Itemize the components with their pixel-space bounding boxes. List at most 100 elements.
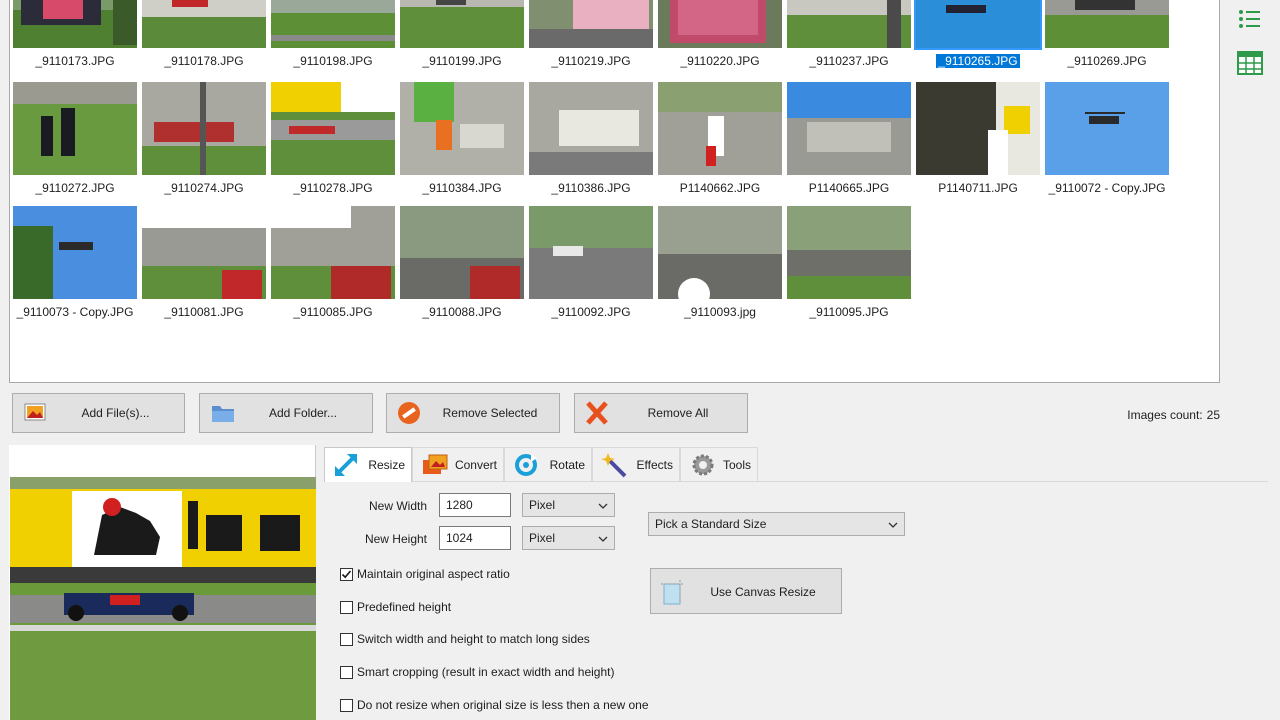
thumbnail-item[interactable]: _9110220.JPG [658, 0, 782, 75]
thumbnail-image [529, 206, 653, 299]
standard-size-value: Pick a Standard Size [655, 517, 767, 531]
thumbnail-image [529, 82, 653, 175]
canvas-icon [659, 578, 685, 606]
thumbnail-item[interactable]: _9110072 - Copy.JPG [1045, 82, 1169, 202]
thumbnail-item[interactable]: P1140662.JPG [658, 82, 782, 202]
thumbnail-caption: _9110278.JPG [293, 181, 373, 195]
thumbnail-item[interactable]: P1140711.JPG [916, 82, 1040, 202]
thumbnail-item[interactable]: _9110095.JPG [787, 206, 911, 326]
width-unit-select[interactable]: Pixel [522, 493, 615, 517]
width-unit-value: Pixel [529, 498, 556, 512]
thumbnail-item[interactable]: _9110219.JPG [529, 0, 653, 75]
thumbnail-caption: _9110265.JPG [935, 53, 1021, 69]
thumbnail-item[interactable]: _9110081.JPG [142, 206, 266, 326]
thumbnail-item[interactable]: _9110199.JPG [400, 0, 524, 75]
image-preview [9, 445, 316, 720]
tab-resize[interactable]: Resize [324, 447, 412, 482]
thumbnail-caption: _9110269.JPG [1067, 54, 1147, 68]
remove-all-label: Remove All [647, 406, 709, 420]
thumbnail-gallery[interactable]: _9110173.JPG _9110178.JPG _9110198.JPG _… [9, 0, 1220, 383]
checkbox-unchecked[interactable] [340, 633, 353, 646]
thumbnail-item[interactable]: _9110085.JPG [271, 206, 395, 326]
thumbnail-caption: _9110088.JPG [422, 305, 502, 319]
thumbnail-caption: _9110095.JPG [809, 305, 889, 319]
remove-selected-button[interactable]: Remove Selected [386, 393, 560, 433]
new-width-label: New Width [368, 499, 427, 513]
thumbnail-caption: _9110272.JPG [35, 181, 115, 195]
thumbnail-image [271, 82, 395, 175]
thumbnail-caption: _9110237.JPG [809, 54, 889, 68]
checkbox-unchecked[interactable] [340, 601, 353, 614]
new-width-input[interactable]: 1280 [439, 493, 511, 517]
thumbnail-caption: _9110093.jpg [684, 305, 756, 319]
tab-tools[interactable]: Tools [680, 447, 758, 481]
thumbnail-item[interactable]: _9110093.jpg [658, 206, 782, 326]
checkbox-unchecked[interactable] [340, 666, 353, 679]
height-unit-value: Pixel [529, 531, 556, 545]
thumbnail-image [1045, 82, 1169, 175]
tab-rotate[interactable]: Rotate [504, 447, 592, 481]
thumbnail-item[interactable]: _9110198.JPG [271, 0, 395, 75]
list-view-icon[interactable] [1236, 6, 1264, 32]
thumbnail-caption: _9110178.JPG [164, 54, 244, 68]
standard-size-select[interactable]: Pick a Standard Size [648, 512, 905, 536]
thumbnail-item[interactable]: _9110237.JPG [787, 0, 911, 75]
thumbnail-item[interactable]: _9110073 - Copy.JPG [13, 206, 137, 326]
thumbnail-caption: _9110085.JPG [293, 305, 373, 319]
checkbox-unchecked[interactable] [340, 699, 353, 712]
grid-view-icon[interactable] [1236, 50, 1264, 76]
thumbnail-caption: P1140662.JPG [679, 181, 761, 195]
canvas-resize-label: Use Canvas Resize [710, 585, 816, 599]
thumbnail-image [13, 0, 137, 48]
thumbnail-caption: _9110274.JPG [164, 181, 244, 195]
new-height-input[interactable]: 1024 [439, 526, 511, 550]
thumbnail-item[interactable]: _9110092.JPG [529, 206, 653, 326]
thumbnail-item[interactable]: _9110272.JPG [13, 82, 137, 202]
thumbnail-image [271, 0, 395, 48]
thumbnail-caption: _9110199.JPG [422, 54, 502, 68]
thumbnail-item[interactable]: _9110178.JPG [142, 0, 266, 75]
thumbnail-item-selected[interactable]: _9110265.JPG [914, 0, 1042, 75]
thumbnail-item[interactable]: _9110386.JPG [529, 82, 653, 202]
thumbnail-item[interactable]: _9110384.JPG [400, 82, 524, 202]
height-unit-select[interactable]: Pixel [522, 526, 615, 550]
checkbox-checked[interactable] [340, 568, 353, 581]
thumbnail-caption: _9110173.JPG [35, 54, 115, 68]
thumbnail-caption: _9110198.JPG [293, 54, 373, 68]
remove-all-button[interactable]: Remove All [574, 393, 748, 433]
thumbnail-image [914, 0, 1042, 50]
chevron-down-icon [598, 500, 608, 510]
thumbnail-image [787, 82, 911, 175]
thumbnail-caption: _9110073 - Copy.JPG [16, 305, 134, 319]
thumbnail-image [916, 82, 1040, 175]
remove-icon [397, 401, 423, 425]
thumbnail-item[interactable]: P1140665.JPG [787, 82, 911, 202]
thumbnail-item[interactable]: _9110173.JPG [13, 0, 137, 75]
predefined-height-label: Predefined height [357, 600, 452, 614]
preview-photo [10, 477, 316, 720]
add-files-label: Add File(s)... [81, 406, 150, 420]
maintain-aspect-ratio-label: Maintain original aspect ratio [357, 567, 510, 581]
thumbnail-item[interactable]: _9110088.JPG [400, 206, 524, 326]
add-files-button[interactable]: Add File(s)... [12, 393, 185, 433]
thumbnail-image [142, 0, 266, 48]
images-count-label: Images count: [1127, 408, 1203, 422]
canvas-resize-button[interactable]: Use Canvas Resize [650, 568, 842, 614]
do-not-resize-label: Do not resize when original size is less… [357, 698, 649, 712]
images-count: Images count: 25 [1080, 408, 1220, 422]
tab-effects[interactable]: Effects [592, 447, 680, 481]
tab-convert[interactable]: Convert [412, 447, 504, 481]
switch-width-height-label: Switch width and height to match long si… [357, 632, 590, 646]
thumbnail-caption: P1140665.JPG [808, 181, 890, 195]
thumbnail-item[interactable]: _9110269.JPG [1045, 0, 1169, 75]
add-folder-button[interactable]: Add Folder... [199, 393, 373, 433]
chevron-down-icon [598, 533, 608, 543]
thumbnail-image [1045, 0, 1169, 48]
thumbnail-item[interactable]: _9110274.JPG [142, 82, 266, 202]
thumbnail-image [658, 82, 782, 175]
thumbnail-image [658, 206, 782, 299]
thumbnail-image [400, 0, 524, 48]
chevron-down-icon [888, 519, 898, 529]
thumbnail-item[interactable]: _9110278.JPG [271, 82, 395, 202]
tab-rotate-label: Rotate [549, 458, 585, 472]
